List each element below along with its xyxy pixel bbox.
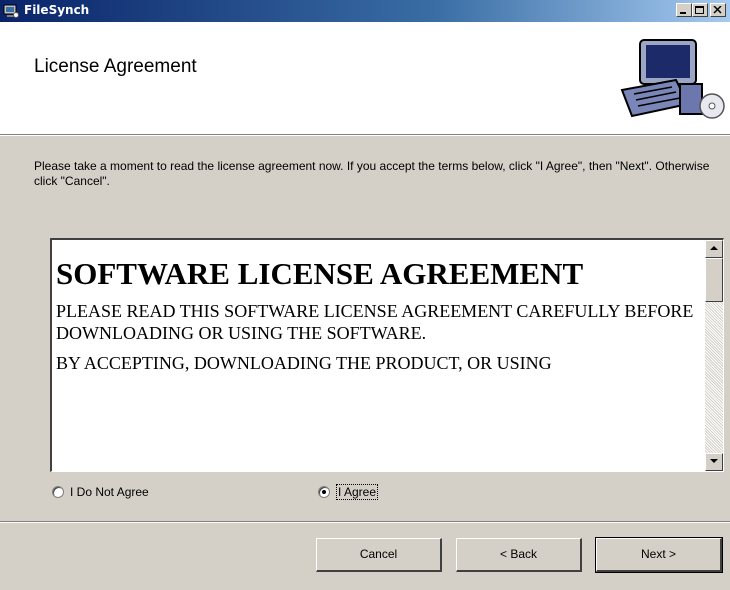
next-button[interactable]: Next > bbox=[595, 537, 723, 573]
computer-icon bbox=[3, 3, 19, 19]
radio-indicator[interactable] bbox=[52, 486, 64, 498]
cancel-button[interactable]: Cancel bbox=[316, 538, 442, 572]
radio-indicator[interactable] bbox=[318, 486, 330, 498]
scroll-up-button[interactable] bbox=[705, 240, 723, 258]
license-content: SOFTWARE LICENSE AGREEMENT PLEASE READ T… bbox=[56, 254, 696, 374]
maximize-button[interactable] bbox=[692, 3, 708, 17]
license-textbox[interactable]: SOFTWARE LICENSE AGREEMENT PLEASE READ T… bbox=[50, 238, 724, 472]
window-title: FileSynch bbox=[24, 3, 90, 17]
license-heading: SOFTWARE LICENSE AGREEMENT bbox=[56, 256, 584, 291]
title-bar[interactable]: FileSynch bbox=[0, 0, 730, 22]
scroll-down-button[interactable] bbox=[705, 453, 723, 471]
instructions-text: Please take a moment to read the license… bbox=[34, 159, 710, 188]
license-paragraph: PLEASE READ THIS SOFTWARE LICENSE AGREEM… bbox=[56, 301, 694, 343]
scroll-thumb[interactable] bbox=[705, 258, 723, 302]
radio-label: I Do Not Agree bbox=[70, 485, 149, 499]
minimize-button[interactable] bbox=[676, 3, 692, 17]
close-button[interactable] bbox=[710, 3, 726, 17]
header-banner: License Agreement bbox=[0, 22, 730, 134]
page-title: License Agreement bbox=[34, 56, 197, 77]
radio-label: I Agree bbox=[336, 484, 379, 500]
back-button[interactable]: < Back bbox=[456, 538, 582, 572]
computer-disc-icon bbox=[614, 34, 726, 126]
vertical-scrollbar[interactable] bbox=[705, 240, 723, 471]
license-paragraph: BY ACCEPTING, DOWNLOADING THE PRODUCT, O… bbox=[56, 353, 552, 373]
